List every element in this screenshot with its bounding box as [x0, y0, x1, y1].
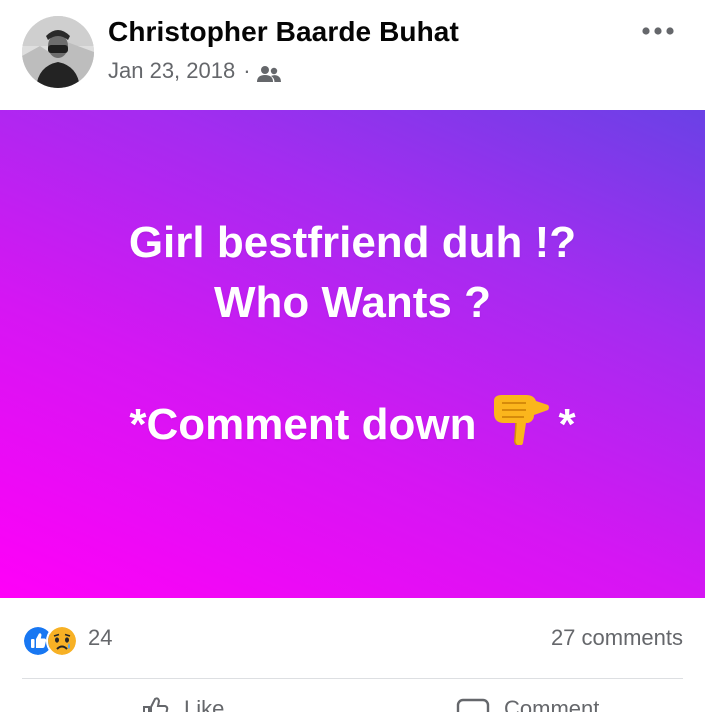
comment-label: Comment [504, 696, 600, 712]
like-label: Like [184, 696, 225, 712]
more-options-button[interactable] [641, 22, 675, 42]
author-name[interactable]: Christopher Baarde Buhat [108, 16, 459, 48]
post-meta: Jan 23, 2018 · [108, 58, 281, 84]
divider [22, 678, 683, 679]
meta-separator: · [243, 58, 251, 83]
post-text-fragment: * [558, 400, 576, 449]
comment-button[interactable]: Comment [456, 694, 599, 712]
backhand-index-pointing-down-icon [490, 391, 550, 446]
more-horizontal-icon [642, 27, 674, 35]
friends-icon[interactable] [256, 63, 281, 82]
sad-reaction-icon [46, 625, 78, 657]
reaction-icons[interactable] [22, 625, 78, 657]
post-text-line: Girl bestfriend duh !? [128, 218, 577, 267]
post-text-line: *Comment down * [129, 391, 576, 455]
post-text-line: Who Wants ? [214, 278, 491, 327]
facebook-post: Christopher Baarde Buhat Jan 23, 2018 · [0, 0, 705, 712]
user-avatar-photo-icon [22, 16, 94, 88]
post-date[interactable]: Jan 23, 2018 [108, 58, 235, 84]
like-button[interactable]: Like [140, 694, 224, 712]
author-avatar[interactable] [22, 16, 94, 88]
reaction-count[interactable]: 24 [88, 625, 112, 651]
post-text-fragment: *Comment down [129, 400, 477, 449]
post-header: Christopher Baarde Buhat Jan 23, 2018 · [0, 0, 705, 110]
thumbs-up-icon [143, 697, 169, 712]
comments-count-link[interactable]: 27 comments [551, 625, 683, 651]
post-text-background: Girl bestfriend duh !? Who Wants ? *Comm… [0, 110, 705, 598]
comment-icon [456, 698, 490, 712]
